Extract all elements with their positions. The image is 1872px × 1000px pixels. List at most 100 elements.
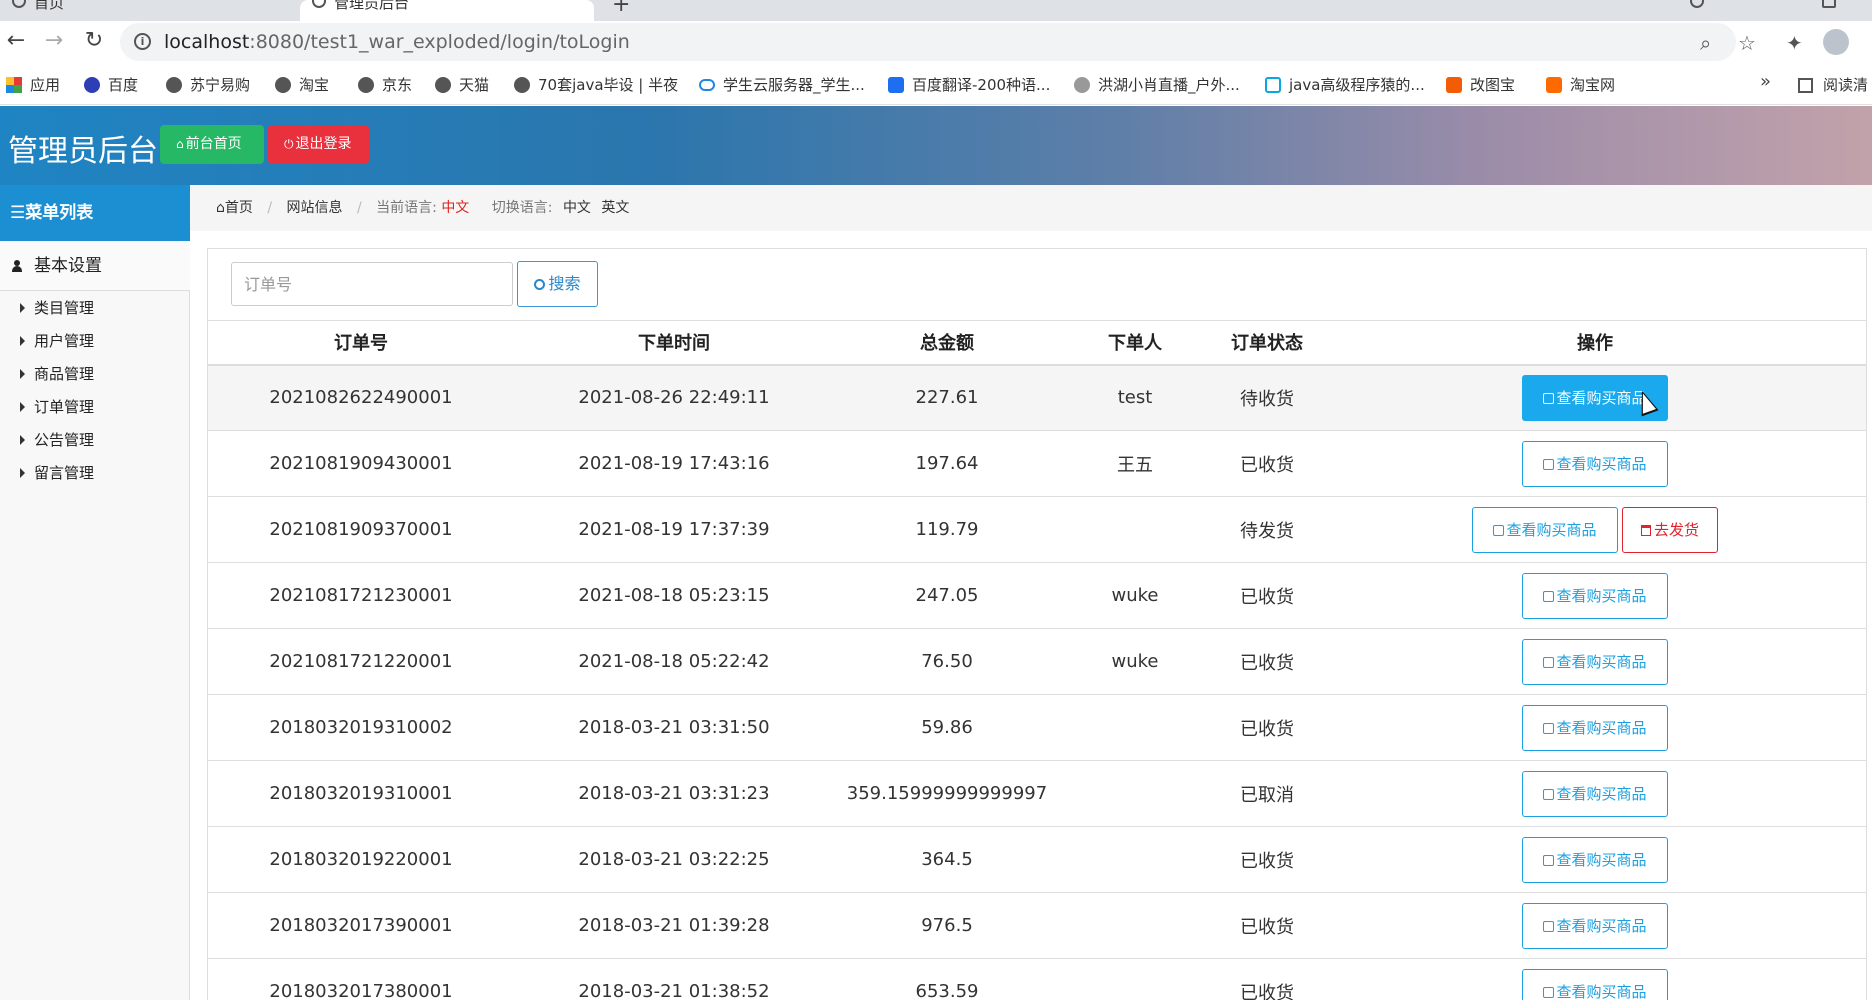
browser-tab-admin[interactable]: 管理员后台 ×: [300, 0, 594, 21]
view-products-button[interactable]: 查看购买商品: [1522, 572, 1668, 619]
edit-icon: [1543, 854, 1555, 866]
edit-icon: [1543, 458, 1555, 470]
bookmark-tmall[interactable]: 天猫: [435, 74, 489, 95]
edit-icon: [1543, 392, 1555, 404]
site-info-icon[interactable]: i: [134, 33, 151, 50]
menu-list-header: ☰菜单列表: [0, 185, 190, 241]
user-icon: [12, 260, 22, 272]
url-text[interactable]: localhost:8080/test1_war_exploded/login/…: [164, 31, 630, 53]
sidebar-item-notices[interactable]: 公告管理: [0, 424, 190, 457]
language-option-chinese[interactable]: 中文: [563, 200, 591, 216]
order-id: 2018032019220001: [208, 826, 514, 893]
order-amount: 247.05: [834, 562, 1060, 629]
table-row: 2021081721230001 2021-08-18 05:23:15 247…: [208, 562, 1866, 629]
language-option-english[interactable]: 英文: [601, 200, 629, 216]
search-button[interactable]: 搜索: [517, 261, 598, 307]
browser-tab-home[interactable]: 首页: [0, 0, 300, 21]
order-user: test: [1060, 364, 1210, 431]
column-header-customer: 下单人: [1060, 320, 1210, 366]
order-time: 2018-03-21 03:22:25: [514, 826, 834, 893]
view-products-button[interactable]: 查看购买商品: [1522, 704, 1668, 751]
bookmark-java-projects[interactable]: 70套java毕设 | 半夜: [514, 74, 678, 95]
order-id: 2018032017390001: [208, 892, 514, 959]
view-products-button[interactable]: 查看购买商品: [1472, 506, 1618, 553]
edit-icon: [1543, 986, 1555, 998]
column-header-order-time: 下单时间: [514, 320, 834, 366]
order-status: 已收货: [1210, 958, 1324, 1000]
row-actions: 查看购买商品: [1324, 430, 1866, 497]
bookmark-java-senior[interactable]: java高级程序猿的...: [1265, 74, 1425, 95]
sidebar-item-users[interactable]: 用户管理: [0, 325, 190, 358]
row-actions: 查看购买商品: [1324, 958, 1866, 1000]
order-amount: 76.50: [834, 628, 1060, 695]
sidebar-item-category[interactable]: 类目管理: [0, 292, 190, 325]
order-number-search-input[interactable]: [231, 262, 513, 306]
edit-icon: [1543, 788, 1555, 800]
order-user: [1060, 958, 1210, 1000]
logout-button[interactable]: ⏻ 退出登录: [268, 125, 369, 164]
zoom-icon[interactable]: ⌕: [1700, 31, 1711, 55]
back-arrow-icon[interactable]: ←: [0, 25, 32, 57]
bookmark-student-cloud[interactable]: 学生云服务器_学生...: [699, 74, 865, 95]
caret-right-icon: [20, 336, 25, 346]
breadcrumb-home[interactable]: ⌂首页: [216, 200, 253, 216]
order-user: [1060, 496, 1210, 563]
bookmark-star-icon[interactable]: ☆: [1738, 31, 1756, 55]
order-time: 2021-08-19 17:37:39: [514, 496, 834, 563]
row-actions: 查看购买商品: [1324, 562, 1866, 629]
order-time: 2018-03-21 03:31:50: [514, 694, 834, 761]
bookmark-taobao-net[interactable]: 淘宝网: [1546, 74, 1615, 95]
current-language-label: 当前语言:: [376, 200, 437, 216]
order-id: 2018032019310001: [208, 760, 514, 827]
reading-list-button[interactable]: 阅读清: [1798, 74, 1868, 95]
sidebar-group-basic-settings[interactable]: 基本设置: [0, 241, 190, 291]
trash-icon: [1640, 524, 1651, 536]
reload-icon[interactable]: ↻: [78, 25, 110, 57]
order-status: 已收货: [1210, 694, 1324, 761]
bookmark-gaitubao[interactable]: 改图宝: [1446, 74, 1515, 95]
translate-icon: [888, 77, 904, 93]
ship-order-button[interactable]: 去发货: [1622, 506, 1718, 553]
view-products-button[interactable]: 查看购买商品: [1522, 902, 1668, 949]
row-actions: 查看购买商品: [1324, 892, 1866, 959]
column-header-order-status: 订单状态: [1210, 320, 1324, 366]
site-icon: [1074, 77, 1090, 93]
order-id: 2018032017380001: [208, 958, 514, 1000]
bookmark-suning[interactable]: 苏宁易购: [166, 74, 250, 95]
sidebar-item-orders[interactable]: 订单管理: [0, 391, 190, 424]
caret-right-icon: [20, 402, 25, 412]
extensions-puzzle-icon[interactable]: ✦: [1786, 31, 1803, 55]
breadcrumb-site-info[interactable]: 网站信息: [287, 200, 343, 216]
row-actions: 查看购买商品 去发货: [1324, 496, 1866, 563]
caret-right-icon: [20, 435, 25, 445]
bookmark-honghu-live[interactable]: 洪湖小肖直播_户外...: [1074, 74, 1240, 95]
order-user: 王五: [1060, 430, 1210, 497]
column-header-order-id: 订单号: [208, 320, 514, 366]
table-row: 2018032017390001 2018-03-21 01:39:28 976…: [208, 892, 1866, 959]
tab-search-icon[interactable]: [1690, 0, 1704, 8]
bookmark-baidu[interactable]: 百度: [84, 74, 138, 95]
sidebar-item-messages[interactable]: 留言管理: [0, 457, 190, 490]
order-id: 2021081909430001: [208, 430, 514, 497]
cloud-icon: [699, 79, 715, 91]
bookmark-apps[interactable]: 应用: [6, 74, 60, 95]
bookmark-jd[interactable]: 京东: [358, 74, 412, 95]
bookmarks-more-button[interactable]: »: [1760, 71, 1771, 92]
table-row: 2018032019310002 2018-03-21 03:31:50 59.…: [208, 694, 1866, 761]
view-products-button[interactable]: 查看购买商品: [1522, 638, 1668, 685]
sidebar-item-products[interactable]: 商品管理: [0, 358, 190, 391]
order-time: 2018-03-21 03:31:23: [514, 760, 834, 827]
view-products-button[interactable]: 查看购买商品: [1522, 440, 1668, 487]
frontend-home-button[interactable]: ⌂ 前台首页: [160, 125, 264, 164]
view-products-button[interactable]: 查看购买商品: [1522, 770, 1668, 817]
profile-avatar-icon[interactable]: [1823, 29, 1849, 55]
bookmark-baidu-translate[interactable]: 百度翻译-200种语...: [888, 74, 1050, 95]
address-bar[interactable]: i localhost:8080/test1_war_exploded/logi…: [120, 23, 1756, 61]
view-products-button[interactable]: 查看购买商品: [1522, 836, 1668, 883]
caret-right-icon: [20, 468, 25, 478]
bookmark-taobao[interactable]: 淘宝: [275, 74, 329, 95]
forward-arrow-icon[interactable]: →: [38, 25, 70, 57]
window-restore-icon[interactable]: [1822, 0, 1836, 8]
view-products-button[interactable]: 查看购买商品: [1522, 968, 1668, 1000]
new-tab-button[interactable]: +: [612, 0, 630, 17]
